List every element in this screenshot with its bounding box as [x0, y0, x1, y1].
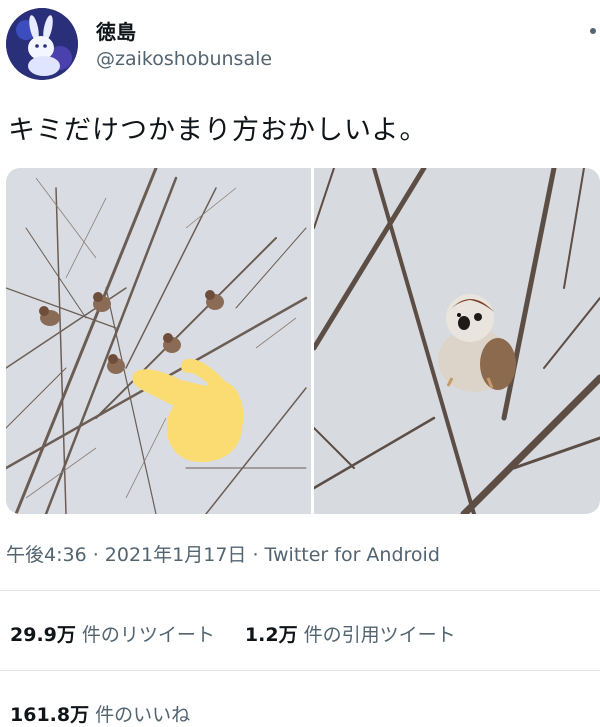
tweet-header: 徳島 @zaikoshobunsale	[0, 0, 600, 90]
user-handle[interactable]: @zaikoshobunsale	[96, 48, 272, 70]
likes-stat[interactable]: 161.8万 件のいいね	[10, 704, 190, 726]
stats-row-retweets: 29.9万 件のリツイート 1.2万 件の引用ツイート	[10, 620, 456, 647]
photo-sparrow-closeup[interactable]	[314, 168, 600, 514]
tweet-text: キミだけつかまり方おかしいよ。	[8, 115, 428, 146]
retweets-stat[interactable]: 29.9万 件のリツイート	[10, 624, 215, 646]
divider	[0, 590, 600, 591]
divider	[0, 670, 600, 671]
quotes-label: 件の引用ツイート	[303, 624, 456, 646]
quotes-count: 1.2万	[244, 624, 298, 646]
tweet-time[interactable]: 午後4:36	[6, 544, 87, 566]
rabbit-avatar-icon	[6, 8, 78, 80]
quotes-stat[interactable]: 1.2万 件の引用ツイート	[245, 624, 456, 646]
tweet-source[interactable]: Twitter for Android	[265, 544, 440, 566]
meta-separator: ·	[246, 544, 265, 566]
tweet-metadata: 午後4:36 · 2021年1月17日 · Twitter for Androi…	[6, 540, 440, 567]
retweets-count: 29.9万	[10, 624, 76, 646]
tweet-media	[6, 168, 600, 514]
tweet-date[interactable]: 2021年1月17日	[105, 544, 247, 566]
likes-label: 件のいいね	[95, 704, 191, 726]
stats-row-likes: 161.8万 件のいいね	[10, 700, 190, 727]
likes-count: 161.8万	[10, 704, 90, 726]
display-name[interactable]: 徳島	[96, 16, 136, 45]
more-options-icon[interactable]	[590, 28, 596, 34]
photo-sparrows-on-branches[interactable]	[6, 168, 311, 514]
meta-separator: ·	[86, 544, 105, 566]
retweets-label: 件のリツイート	[81, 624, 215, 646]
avatar[interactable]	[6, 8, 78, 80]
